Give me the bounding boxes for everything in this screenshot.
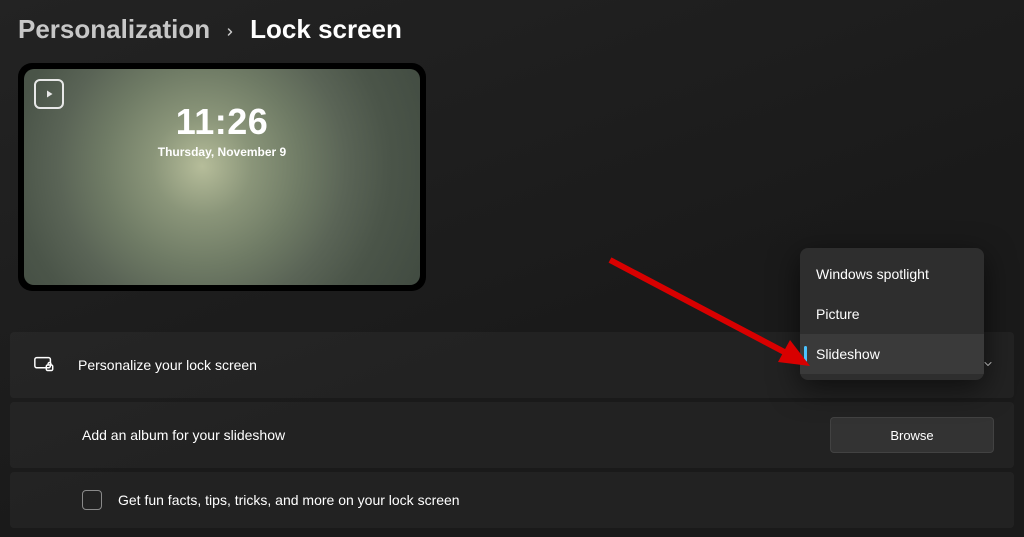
browse-button[interactable]: Browse [830,417,994,453]
dropdown-option-picture[interactable]: Picture [800,294,984,334]
fun-facts-label: Get fun facts, tips, tricks, and more on… [118,492,994,508]
fun-facts-checkbox[interactable] [82,490,102,510]
lock-screen-clock: 11:26 Thursday, November 9 [24,101,420,159]
fun-facts-row[interactable]: Get fun facts, tips, tricks, and more on… [10,472,1014,528]
breadcrumb: Personalization Lock screen [0,0,1024,45]
lock-screen-date: Thursday, November 9 [24,145,420,159]
lock-screen-preview[interactable]: 11:26 Thursday, November 9 [18,63,426,291]
breadcrumb-parent[interactable]: Personalization [18,14,210,45]
lock-screen-mode-dropdown[interactable]: Windows spotlight Picture Slideshow [800,248,984,380]
dropdown-option-slideshow[interactable]: Slideshow [800,334,984,374]
add-album-row: Add an album for your slideshow Browse [10,402,1014,468]
monitor-lock-icon [30,354,58,376]
chevron-right-icon [224,23,236,41]
breadcrumb-current: Lock screen [250,14,402,45]
dropdown-option-windows-spotlight[interactable]: Windows spotlight [800,254,984,294]
lock-screen-preview-inner: 11:26 Thursday, November 9 [24,69,420,285]
add-album-label: Add an album for your slideshow [82,427,830,443]
lock-screen-time: 11:26 [24,101,420,143]
